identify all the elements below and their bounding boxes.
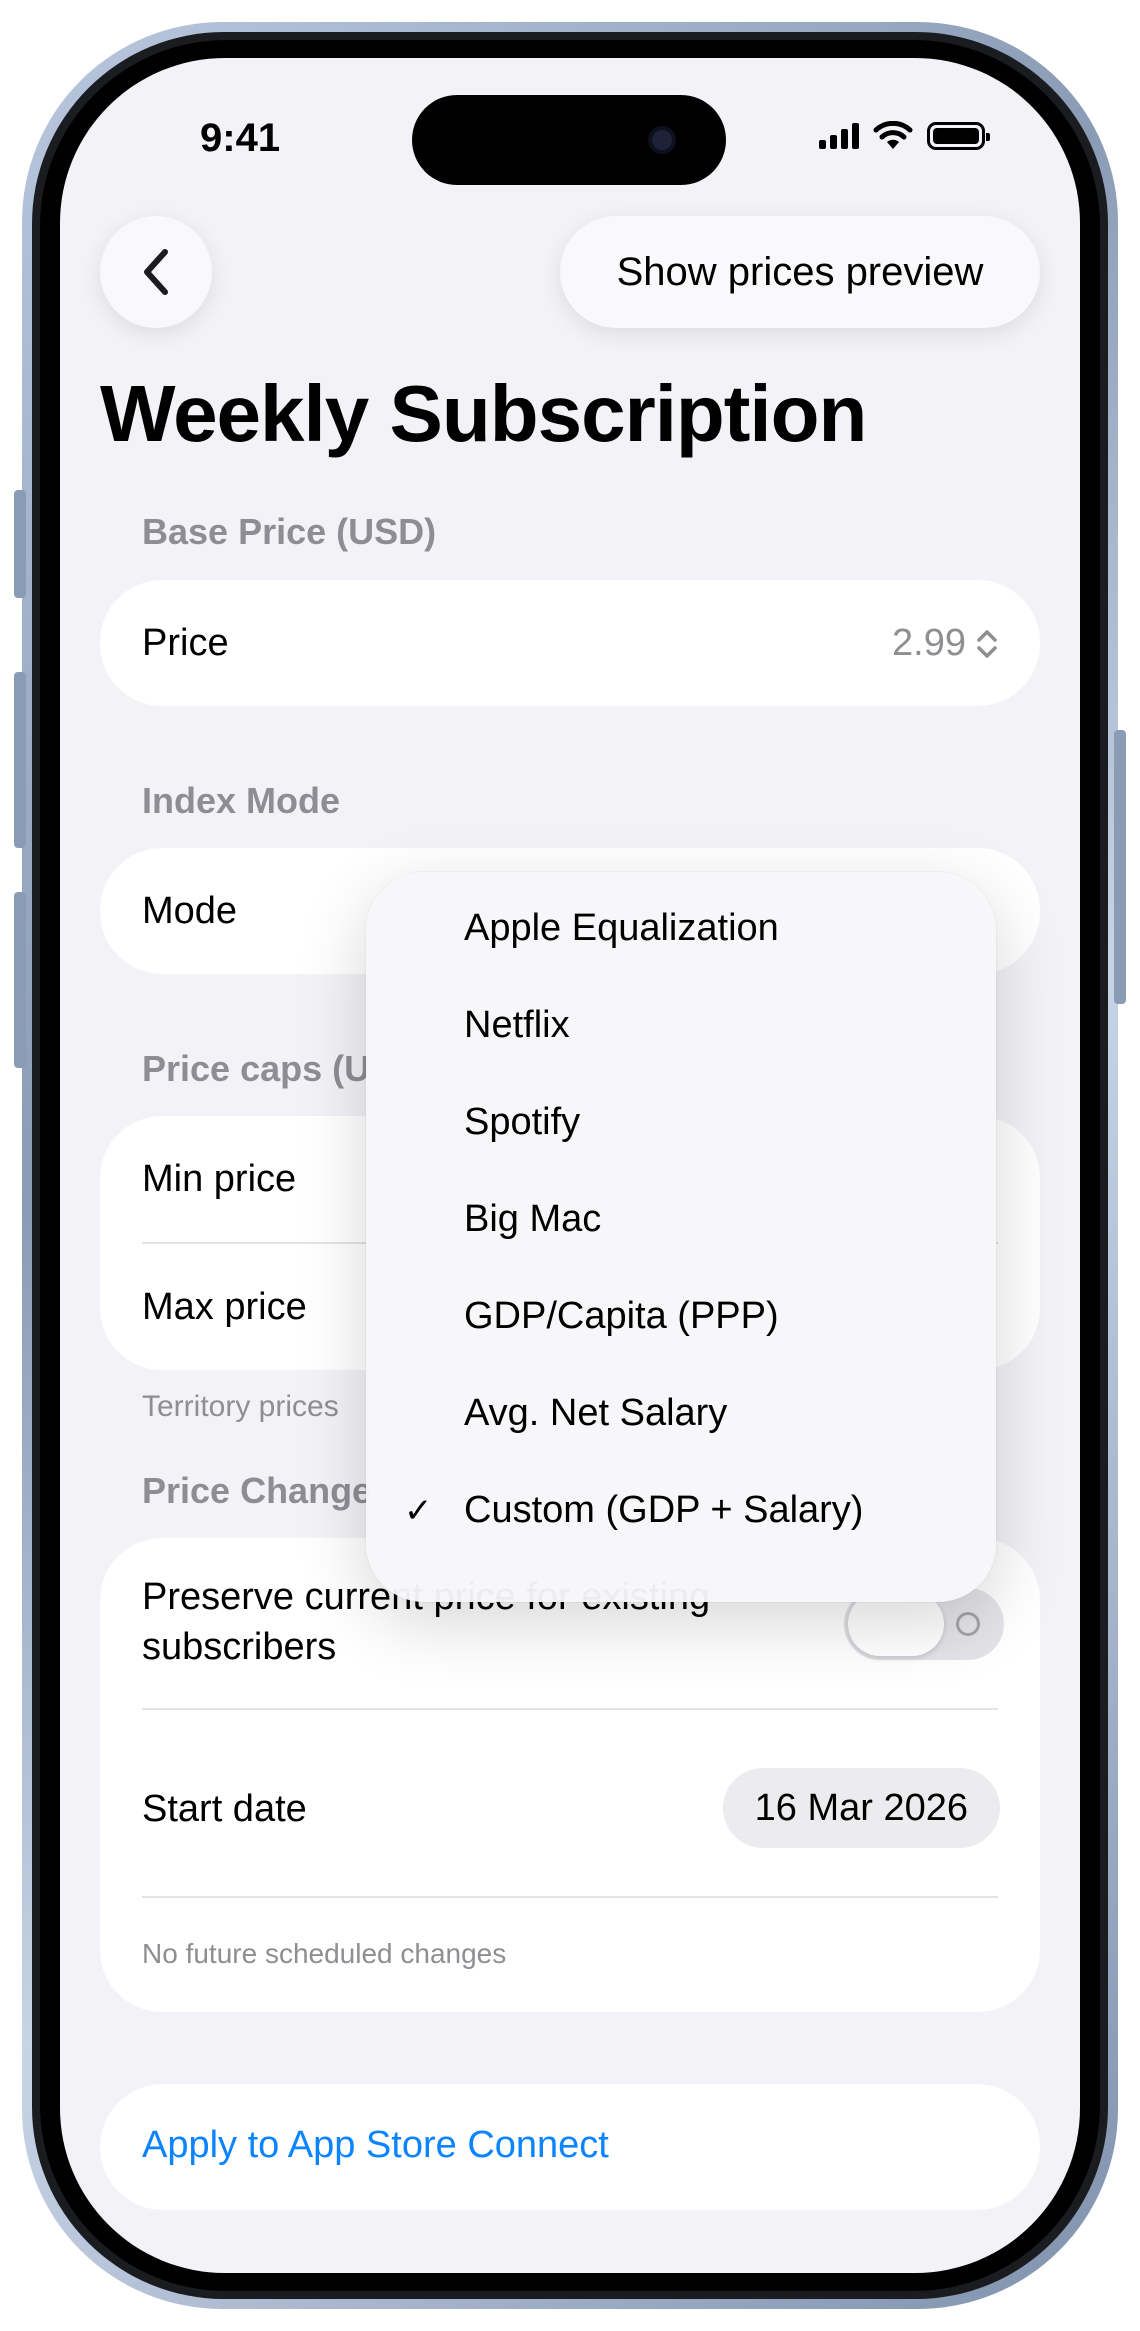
menu-item-label: Avg. Net Salary [464, 1392, 728, 1434]
toggle-off-indicator [956, 1612, 980, 1636]
price-change-section-label: Price Change [142, 1470, 373, 1511]
menu-item-big-mac[interactable]: Big Mac [366, 1171, 996, 1268]
price-stepper[interactable]: 2.99 [892, 622, 998, 665]
screen: 9:41 Show prices preview Weekly Subscrip… [60, 58, 1080, 2273]
menu-item-netflix[interactable]: Netflix [366, 977, 996, 1074]
mode-label: Mode [142, 890, 238, 932]
index-mode-section-label: Index Mode [142, 780, 341, 821]
price-value: 2.99 [892, 622, 966, 664]
show-prices-preview-button[interactable]: Show prices preview [560, 216, 1040, 328]
apply-to-app-store-connect-link[interactable]: Apply to App Store Connect [142, 2124, 609, 2167]
dynamic-island [412, 95, 726, 185]
status-icons [819, 120, 990, 152]
back-button[interactable] [100, 216, 212, 328]
max-price-label: Max price [142, 1286, 307, 1328]
menu-item-label: Spotify [464, 1101, 581, 1143]
menu-item-custom-gdp-salary[interactable]: ✓ Custom (GDP + Salary) [366, 1462, 996, 1559]
up-down-chevron-icon [977, 629, 997, 658]
cellular-signal-icon [819, 123, 859, 149]
price-label: Price [142, 622, 229, 664]
menu-item-apple-equalization[interactable]: Apple Equalization [366, 880, 996, 977]
min-price-label: Min price [142, 1158, 297, 1200]
menu-item-gdp-capita[interactable]: GDP/Capita (PPP) [366, 1268, 996, 1365]
status-time: 9:41 [200, 116, 281, 160]
no-future-changes-text: No future scheduled changes [142, 1938, 507, 1969]
menu-item-label: Big Mac [464, 1198, 602, 1240]
battery-icon [927, 122, 990, 150]
price-caps-section-label: Price caps (U [142, 1048, 371, 1089]
start-date-label: Start date [142, 1788, 307, 1830]
menu-item-label: Custom (GDP + Salary) [464, 1489, 864, 1531]
menu-item-avg-net-salary[interactable]: Avg. Net Salary [366, 1365, 996, 1462]
volume-up-button [14, 672, 26, 848]
menu-item-label: Netflix [464, 1004, 570, 1046]
menu-item-label: GDP/Capita (PPP) [464, 1295, 779, 1337]
territory-prices-footnote: Territory prices [142, 1390, 339, 1423]
start-date-picker[interactable]: 16 Mar 2026 [722, 1768, 1000, 1848]
apply-card[interactable]: Apply to App Store Connect [100, 2084, 1040, 2210]
base-price-section-label: Base Price (USD) [142, 511, 437, 552]
action-button [14, 490, 26, 598]
divider [142, 1708, 998, 1710]
wifi-icon [873, 121, 913, 149]
chevron-left-icon [144, 249, 168, 295]
menu-item-label: Apple Equalization [464, 907, 779, 949]
power-button [1114, 730, 1126, 1004]
divider [142, 1896, 998, 1898]
mode-menu: Apple Equalization Netflix Spotify Big M… [366, 872, 996, 1602]
page-title: Weekly Subscription [100, 369, 867, 458]
checkmark-icon: ✓ [404, 1491, 433, 1530]
front-camera [648, 126, 676, 154]
volume-down-button [14, 892, 26, 1068]
menu-item-spotify[interactable]: Spotify [366, 1074, 996, 1171]
base-price-card: Price 2.99 [100, 580, 1040, 706]
price-change-card: Preserve current price for existing subs… [100, 1538, 1040, 2012]
